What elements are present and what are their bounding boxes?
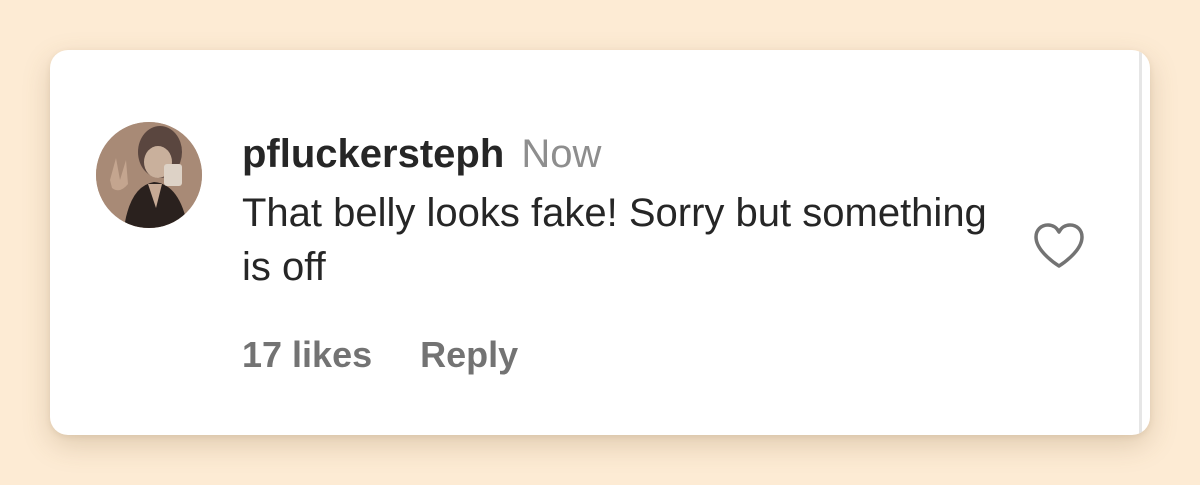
avatar-photo	[96, 122, 202, 228]
card-divider	[1139, 50, 1142, 435]
like-button[interactable]	[1032, 222, 1086, 270]
comment-card: pfluckersteph Now That belly looks fake!…	[50, 50, 1150, 435]
avatar[interactable]	[96, 122, 202, 228]
comment-text: That belly looks fake! Sorry but somethi…	[242, 191, 987, 289]
comment-header: pfluckersteph Now	[242, 130, 1002, 178]
heart-outline-icon	[1034, 223, 1084, 268]
likes-count[interactable]: 17 likes	[242, 333, 372, 377]
comment-actions: 17 likes Reply	[242, 333, 518, 377]
comment-timestamp: Now	[521, 132, 602, 176]
comment-body: pfluckersteph Now That belly looks fake!…	[242, 130, 1002, 294]
reply-button[interactable]: Reply	[420, 333, 518, 377]
username-link[interactable]: pfluckersteph	[242, 132, 504, 176]
